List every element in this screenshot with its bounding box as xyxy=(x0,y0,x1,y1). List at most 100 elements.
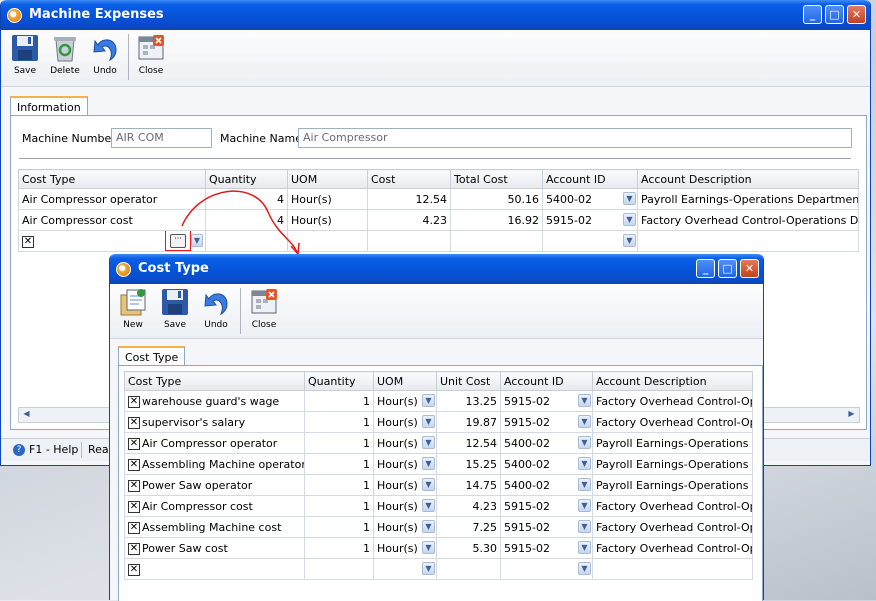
close-window-button[interactable]: ✕ xyxy=(740,259,759,278)
cell-quantity[interactable]: 1 xyxy=(304,474,374,496)
chevron-down-icon[interactable]: ▼ xyxy=(422,394,435,407)
cell-unit-cost[interactable]: 14.75 xyxy=(436,474,501,496)
cell-account-id[interactable]: 5400-02 ▼ xyxy=(500,432,593,454)
column-account-id[interactable]: Account ID xyxy=(500,371,593,391)
cell-unit-cost[interactable]: 7.25 xyxy=(436,516,501,538)
cell-unit-cost[interactable]: 5.30 xyxy=(436,537,501,559)
chevron-down-icon[interactable]: ▼ xyxy=(578,499,591,512)
cell-uom[interactable]: Hour(s) ▼ xyxy=(373,453,437,475)
chevron-down-icon[interactable]: ▼ xyxy=(578,541,591,554)
chevron-down-icon[interactable]: ▼ xyxy=(578,415,591,428)
chevron-down-icon[interactable]: ▼ xyxy=(422,520,435,533)
chevron-down-icon[interactable]: ▼ xyxy=(422,541,435,554)
chevron-down-icon[interactable]: ▼ xyxy=(422,562,435,575)
cell-cost-type[interactable]: ✕ Assembling Machine cost xyxy=(124,516,305,538)
cell-account-id-new[interactable]: ▼ xyxy=(500,558,593,580)
cell-account-id[interactable]: 5400-02 ▼ xyxy=(500,453,593,475)
undo-arrow-icon xyxy=(201,287,231,317)
cell-unit-cost[interactable]: 13.25 xyxy=(436,390,501,412)
close-button[interactable]: Close xyxy=(243,287,285,330)
table-row[interactable]: ✕ Air Compressor operator 1 Hour(s) ▼ 12.54 54… xyxy=(124,432,753,454)
cell-uom[interactable]: Hour(s) ▼ xyxy=(373,537,437,559)
cell-account-description: Factory Overhead Control-Oper xyxy=(592,390,753,412)
cell-quantity-new[interactable] xyxy=(304,558,374,580)
cell-account-id[interactable]: 5915-02 ▼ xyxy=(500,516,593,538)
table-row[interactable]: ✕ supervisor's salary 1 Hour(s) ▼ 19.87 5915-0… xyxy=(124,411,753,433)
cell-cost-type[interactable]: ✕ Air Compressor operator xyxy=(124,432,305,454)
cell-cost-type[interactable]: ✕ supervisor's salary xyxy=(124,411,305,433)
table-row[interactable]: ✕ Power Saw operator 1 Hour(s) ▼ 14.75 5400-02… xyxy=(124,474,753,496)
chevron-down-icon[interactable]: ▼ xyxy=(422,415,435,428)
column-account-description[interactable]: Account Description xyxy=(592,371,753,391)
delete-row-icon[interactable]: ✕ xyxy=(128,437,140,450)
column-uom[interactable]: UOM xyxy=(373,371,437,391)
table-row[interactable]: ✕ Power Saw cost 1 Hour(s) ▼ 5.30 5915-02 ▼ Fact… xyxy=(124,537,753,559)
new-button[interactable]: New xyxy=(112,287,154,330)
minimize-button[interactable]: _ xyxy=(696,259,715,278)
cell-cost-type[interactable]: ✕ Air Compressor cost xyxy=(124,495,305,517)
maximize-button[interactable]: □ xyxy=(718,259,737,278)
cell-uom[interactable]: Hour(s) ▼ xyxy=(373,390,437,412)
tab-cost-type[interactable]: Cost Type xyxy=(118,346,186,366)
delete-row-icon[interactable]: ✕ xyxy=(128,521,140,534)
column-cost-type[interactable]: Cost Type xyxy=(124,371,305,391)
chevron-down-icon[interactable]: ▼ xyxy=(578,457,591,470)
delete-row-icon[interactable]: ✕ xyxy=(128,500,140,513)
column-unit-cost[interactable]: Unit Cost xyxy=(436,371,501,391)
close-window-icon xyxy=(249,287,279,317)
cell-uom-new[interactable]: ▼ xyxy=(373,558,437,580)
cell-cost-type[interactable]: ✕ Power Saw operator xyxy=(124,474,305,496)
cell-unit-cost-new[interactable] xyxy=(436,558,501,580)
new-row[interactable]: ✕ ▼ ▼ xyxy=(124,558,753,580)
undo-button[interactable]: Undo xyxy=(195,287,237,330)
cell-account-id[interactable]: 5915-02 ▼ xyxy=(500,537,593,559)
cell-account-id[interactable]: 5915-02 ▼ xyxy=(500,411,593,433)
chevron-down-icon[interactable]: ▼ xyxy=(422,499,435,512)
chevron-down-icon[interactable]: ▼ xyxy=(422,478,435,491)
delete-row-icon[interactable]: ✕ xyxy=(128,395,140,408)
cell-account-id[interactable]: 5915-02 ▼ xyxy=(500,495,593,517)
cell-quantity[interactable]: 1 xyxy=(304,432,374,454)
delete-row-icon[interactable]: ✕ xyxy=(128,416,140,429)
cell-cost-type[interactable]: ✕ warehouse guard's wage xyxy=(124,390,305,412)
table-row[interactable]: ✕ warehouse guard's wage 1 Hour(s) ▼ 13.25 591… xyxy=(124,390,753,412)
cell-account-id[interactable]: 5400-02 ▼ xyxy=(500,474,593,496)
cell-cost-type-new[interactable]: ✕ xyxy=(124,558,305,580)
cell-quantity[interactable]: 1 xyxy=(304,516,374,538)
popup-title-bar[interactable]: Cost Type _ □ ✕ xyxy=(110,254,763,284)
cell-cost-type[interactable]: ✕ Assembling Machine operator xyxy=(124,453,305,475)
cell-uom[interactable]: Hour(s) ▼ xyxy=(373,432,437,454)
chevron-down-icon[interactable]: ▼ xyxy=(578,478,591,491)
chevron-down-icon[interactable]: ▼ xyxy=(422,436,435,449)
column-quantity[interactable]: Quantity xyxy=(304,371,374,391)
table-row[interactable]: ✕ Air Compressor cost 1 Hour(s) ▼ 4.23 5915-02… xyxy=(124,495,753,517)
cell-unit-cost[interactable]: 4.23 xyxy=(436,495,501,517)
chevron-down-icon[interactable]: ▼ xyxy=(578,520,591,533)
cell-uom[interactable]: Hour(s) ▼ xyxy=(373,516,437,538)
cell-unit-cost[interactable]: 12.54 xyxy=(436,432,501,454)
popup-window-title: Cost Type xyxy=(138,261,209,276)
delete-row-icon[interactable]: ✕ xyxy=(128,458,140,471)
delete-row-icon[interactable]: ✕ xyxy=(128,563,140,576)
cell-uom[interactable]: Hour(s) ▼ xyxy=(373,474,437,496)
table-row[interactable]: ✕ Assembling Machine cost 1 Hour(s) ▼ 7.25 591… xyxy=(124,516,753,538)
save-button[interactable]: Save xyxy=(154,287,196,330)
cell-quantity[interactable]: 1 xyxy=(304,390,374,412)
chevron-down-icon[interactable]: ▼ xyxy=(578,436,591,449)
chevron-down-icon[interactable]: ▼ xyxy=(578,394,591,407)
chevron-down-icon[interactable]: ▼ xyxy=(578,562,591,575)
delete-row-icon[interactable]: ✕ xyxy=(128,542,140,555)
cell-uom[interactable]: Hour(s) ▼ xyxy=(373,495,437,517)
table-row[interactable]: ✕ Assembling Machine operator 1 Hour(s) ▼ 15.… xyxy=(124,453,753,475)
cell-uom[interactable]: Hour(s) ▼ xyxy=(373,411,437,433)
cell-unit-cost[interactable]: 15.25 xyxy=(436,453,501,475)
cell-quantity[interactable]: 1 xyxy=(304,495,374,517)
cell-quantity[interactable]: 1 xyxy=(304,411,374,433)
cell-account-id[interactable]: 5915-02 ▼ xyxy=(500,390,593,412)
chevron-down-icon[interactable]: ▼ xyxy=(422,457,435,470)
cell-unit-cost[interactable]: 19.87 xyxy=(436,411,501,433)
cell-quantity[interactable]: 1 xyxy=(304,537,374,559)
delete-row-icon[interactable]: ✕ xyxy=(128,479,140,492)
cell-cost-type[interactable]: ✕ Power Saw cost xyxy=(124,537,305,559)
cell-quantity[interactable]: 1 xyxy=(304,453,374,475)
